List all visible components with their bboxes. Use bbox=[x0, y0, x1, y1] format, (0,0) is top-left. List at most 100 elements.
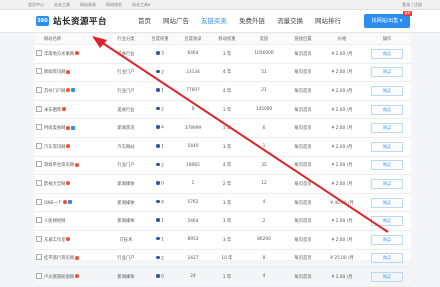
topbar-link[interactable]: 站长工具▾ bbox=[132, 2, 150, 8]
row-checkbox-cell bbox=[35, 137, 43, 157]
site-name-cell: 汽车资讯网 bbox=[43, 137, 107, 157]
position-cell: 每页首页 bbox=[285, 193, 321, 213]
site-name[interactable]: 东坡工作室 bbox=[44, 238, 65, 243]
site-name[interactable]: 新闻资讯网 bbox=[44, 70, 65, 75]
row-checkbox[interactable] bbox=[36, 198, 42, 205]
buy-button[interactable]: 购买 bbox=[371, 234, 403, 245]
site-name[interactable]: 苏州门户网 bbox=[44, 89, 65, 94]
price-cell: ¥ 25.00 /月 bbox=[321, 249, 363, 269]
row-checkbox-cell bbox=[35, 81, 43, 101]
site-name[interactable]: 汽车资讯网 bbox=[44, 145, 65, 150]
buy-button[interactable]: 购买 bbox=[371, 197, 403, 208]
buy-button[interactable]: 购买 bbox=[371, 123, 403, 134]
site-name[interactable]: 华南地方水果网 bbox=[44, 52, 74, 57]
action-cell: 购买 bbox=[363, 63, 411, 83]
action-cell: 购买 bbox=[363, 211, 411, 231]
nav-item-friend-links[interactable]: 友链买卖 bbox=[201, 10, 227, 32]
indexed-cell: 378999 bbox=[175, 118, 211, 138]
site-name-cell: 米乐图库 bbox=[43, 100, 107, 120]
action-cell: 购买 bbox=[363, 249, 411, 269]
site-name[interactable]: ONE一个 bbox=[44, 201, 62, 206]
buy-button[interactable]: 购买 bbox=[371, 104, 403, 115]
site-name-cell: 游戏平台资讯网 bbox=[43, 156, 107, 176]
backlinks-cell: 6 bbox=[243, 118, 285, 138]
baidu-rank-icon bbox=[156, 69, 160, 74]
row-checkbox[interactable] bbox=[36, 254, 42, 261]
indexed-cell: 5440 bbox=[175, 137, 211, 157]
category-cell: 行业门户 bbox=[107, 63, 145, 83]
row-checkbox-cell bbox=[35, 100, 43, 120]
row-checkbox[interactable] bbox=[36, 272, 42, 279]
site-name[interactable]: 游戏平台资讯网 bbox=[44, 163, 74, 168]
row-checkbox[interactable] bbox=[36, 68, 42, 75]
site-name[interactable]: 米乐图库 bbox=[44, 108, 61, 113]
buy-button[interactable]: 购买 bbox=[371, 141, 403, 152]
backlinks-cell: 1 bbox=[243, 137, 285, 157]
position-cell: 每页首页 bbox=[285, 174, 321, 194]
indexed-cell: 24 bbox=[175, 267, 211, 287]
nav-item-ads[interactable]: 网站广告 bbox=[163, 10, 189, 32]
site-name-cell: 苏州门户网 bbox=[43, 81, 107, 101]
row-checkbox[interactable] bbox=[36, 179, 42, 186]
row-checkbox[interactable] bbox=[36, 49, 42, 56]
login-register-link[interactable]: 登录 | 注册 bbox=[402, 2, 422, 8]
buy-button[interactable]: 购买 bbox=[371, 48, 403, 59]
baidu-rank-cell: 1 bbox=[145, 137, 175, 157]
baidu-rank-value: 1 bbox=[161, 218, 164, 224]
action-cell: 购买 bbox=[363, 156, 411, 176]
mobile-rank-cell: 3 年 bbox=[211, 44, 243, 64]
buy-button[interactable]: 购买 bbox=[371, 85, 403, 96]
mobile-rank-cell: 1 年 bbox=[211, 100, 243, 120]
column-header-price: 价格 bbox=[321, 34, 363, 45]
baidu-rank-cell: 4 bbox=[145, 193, 175, 213]
indexed-cell: 5762 bbox=[175, 193, 211, 213]
baidu-rank-value: 0 bbox=[161, 274, 164, 280]
nav-item-traffic[interactable]: 流量交换 bbox=[277, 10, 303, 32]
backlinks-cell: 8 bbox=[243, 249, 285, 269]
topbar-link[interactable]: 会员中心 bbox=[28, 2, 44, 8]
table-row: 桂平旅行资讯网 行业门户 2 2427 10 年 8 每页首页 ¥ 25.00 /月 购买 bbox=[35, 249, 411, 269]
buy-button[interactable]: 购买 bbox=[371, 178, 403, 189]
topbar-link[interactable]: 网站排名 bbox=[106, 2, 122, 8]
nav-item-free-links[interactable]: 免费外链 bbox=[239, 10, 265, 32]
find-sell-button[interactable]: 找网站/出售 ▾ bbox=[364, 14, 410, 28]
buy-button[interactable]: 购买 bbox=[371, 160, 403, 171]
table-row: 汽车资讯网 汽车网站 1 5440 3 年 1 每页首页 ¥ 2.00 /月 购买 bbox=[35, 137, 411, 157]
baidu-rank-icon bbox=[156, 106, 160, 111]
buy-button[interactable]: 购买 bbox=[371, 216, 403, 227]
buy-button[interactable]: 购买 bbox=[371, 253, 403, 264]
topbar-link[interactable]: 站长工具 bbox=[54, 2, 70, 8]
row-checkbox-cell bbox=[35, 249, 43, 269]
table-row: 影视大全网 新闻媒体 0 12 年 12 每页首页 ¥ 2.00 /月 购买 bbox=[35, 174, 411, 194]
row-checkbox[interactable] bbox=[36, 217, 42, 224]
site-logo[interactable]: 360 站长资源平台 bbox=[36, 15, 107, 27]
site-name-cell: 影视大全网 bbox=[43, 174, 107, 194]
row-checkbox[interactable] bbox=[36, 86, 42, 93]
baidu-rank-value: 1 bbox=[161, 237, 164, 243]
site-name[interactable]: 桂平旅行资讯网 bbox=[44, 256, 74, 261]
hot-icon bbox=[75, 274, 80, 279]
row-checkbox[interactable] bbox=[36, 142, 42, 149]
hot-icon bbox=[62, 107, 67, 112]
row-checkbox[interactable] bbox=[36, 235, 42, 242]
site-name[interactable]: 影视大全网 bbox=[44, 182, 65, 187]
site-name[interactable]: 时尚美食网 bbox=[44, 126, 65, 131]
nav-item-ranking[interactable]: 网站排行 bbox=[315, 10, 341, 32]
hot-icon bbox=[66, 125, 71, 130]
row-checkbox-cell bbox=[35, 193, 43, 213]
price-cell: ¥ 2.00 /月 bbox=[321, 100, 363, 120]
site-name[interactable]: 人民财经网 bbox=[44, 219, 65, 224]
link-market-table: 网站名称 行业分类 百度权重 百度收录 移动权重 反链 链接位置 价格 操作 华… bbox=[35, 34, 411, 287]
topbar-link[interactable]: 网站收录 bbox=[80, 2, 96, 8]
nav-item-home[interactable]: 首页 bbox=[138, 10, 151, 32]
mobile-rank-cell: 3 年 bbox=[211, 230, 243, 250]
indexed-cell: 1 bbox=[175, 174, 211, 194]
buy-button[interactable]: 购买 bbox=[371, 67, 403, 78]
buy-button[interactable]: 购买 bbox=[371, 271, 403, 282]
baidu-rank-value: 4 bbox=[161, 125, 164, 131]
row-checkbox[interactable] bbox=[36, 105, 42, 112]
site-name-cell: 卢沙旅游民宿网 bbox=[43, 267, 107, 287]
row-checkbox[interactable] bbox=[36, 161, 42, 168]
site-name[interactable]: 卢沙旅游民宿网 bbox=[44, 275, 74, 280]
row-checkbox[interactable] bbox=[36, 124, 42, 131]
